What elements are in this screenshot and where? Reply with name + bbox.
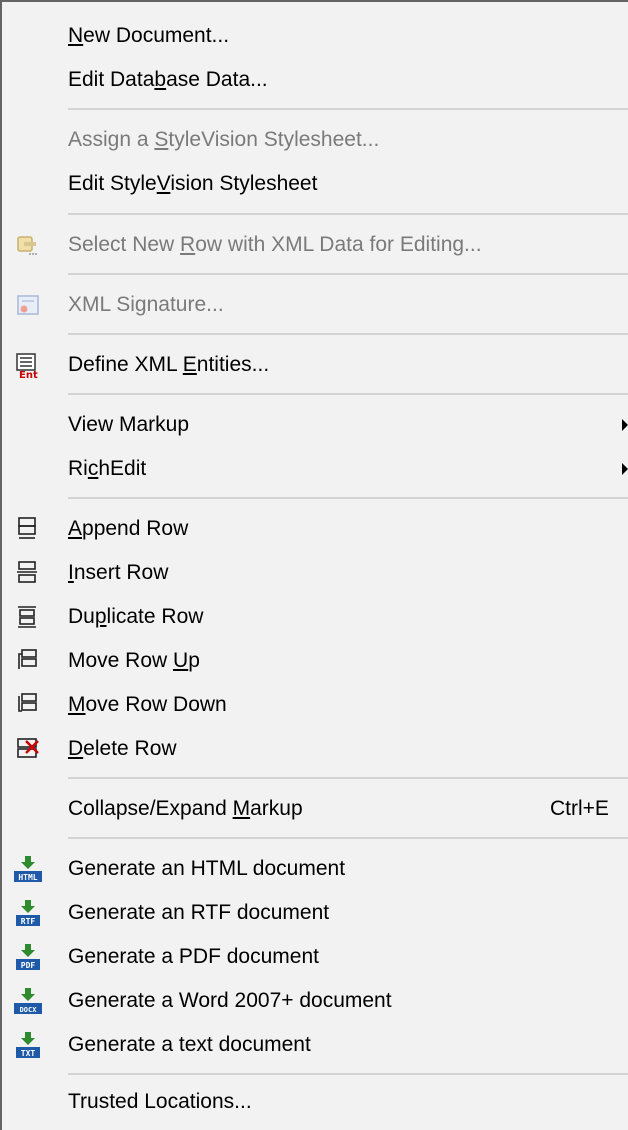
- menu-item-richedit[interactable]: RichEdit: [2, 447, 628, 491]
- move-row-up-icon: [14, 647, 42, 675]
- menu-separator: [68, 273, 628, 275]
- menu-item-xml-signature[interactable]: XML Signature...: [2, 283, 628, 327]
- menu-item-label: Insert Row: [68, 561, 169, 584]
- menu-item-label: Generate a text document: [68, 1033, 311, 1056]
- menu-separator: [68, 837, 628, 839]
- generate-pdf-icon: PDF: [14, 943, 42, 971]
- menu-item-label: Delete Row: [68, 737, 177, 760]
- menu-item-label: Generate an RTF document: [68, 901, 330, 924]
- menu-item-label: Generate an HTML document: [68, 857, 346, 880]
- menu-separator: [68, 108, 628, 110]
- menu-item-label: Define XML Entities...: [68, 353, 270, 376]
- badge-text: TXT: [21, 1049, 36, 1058]
- context-menu: New Document... Edit Database Data... As…: [0, 0, 628, 1130]
- menu-separator: [68, 497, 628, 499]
- generate-html-icon: HTML: [14, 855, 42, 883]
- menu-item-generate-word[interactable]: DOCX Generate a Word 2007+ document: [2, 979, 628, 1023]
- menu-separator: [68, 1073, 628, 1075]
- move-row-down-icon: [14, 691, 42, 719]
- menu-item-label: Edit Database Data...: [68, 68, 268, 91]
- menu-item-generate-pdf[interactable]: PDF Generate a PDF document: [2, 935, 628, 979]
- submenu-arrow-icon: [622, 463, 628, 475]
- menu-item-move-row-up[interactable]: Move Row Up: [2, 639, 628, 683]
- menu-item-label: Generate a Word 2007+ document: [68, 989, 392, 1012]
- xml-signature-icon: [14, 291, 42, 319]
- badge-text: RTF: [21, 917, 36, 926]
- menu-item-generate-html[interactable]: HTML Generate an HTML document: [2, 847, 628, 891]
- menu-item-label: New Document...: [68, 24, 230, 47]
- menu-item-label: Generate a PDF document: [68, 945, 319, 968]
- menu-item-label: Move Row Down: [68, 693, 227, 716]
- menu-item-collapse-expand-markup[interactable]: Collapse/Expand Markup Ctrl+E: [2, 787, 628, 831]
- menu-item-label: Trusted Locations...: [68, 1090, 252, 1113]
- menu-item-label: Duplicate Row: [68, 605, 204, 628]
- menu-item-label: Assign a StyleVision Stylesheet...: [68, 128, 380, 151]
- menu-item-label: Edit StyleVision Stylesheet: [68, 172, 318, 195]
- menu-item-edit-stylevision-stylesheet[interactable]: Edit StyleVision Stylesheet: [2, 162, 628, 206]
- shortcut-label: Ctrl+E: [550, 797, 609, 820]
- delete-row-icon: [14, 735, 42, 763]
- menu-item-label: RichEdit: [68, 457, 147, 480]
- menu-separator: [68, 213, 628, 215]
- select-row-xml-icon: [14, 231, 42, 259]
- menu-item-label: XML Signature...: [68, 293, 224, 316]
- menu-item-append-row[interactable]: Append Row: [2, 507, 628, 551]
- menu-item-assign-stylevision-stylesheet[interactable]: Assign a StyleVision Stylesheet...: [2, 118, 628, 162]
- menu-item-define-xml-entities[interactable]: Ent Define XML Entities...: [2, 343, 628, 387]
- menu-item-label: View Markup: [68, 413, 189, 436]
- menu-item-trusted-locations[interactable]: Trusted Locations...: [2, 1080, 628, 1124]
- menu-item-edit-database-data[interactable]: Edit Database Data...: [2, 58, 628, 102]
- entities-icon-badge: Ent: [19, 370, 38, 379]
- duplicate-row-icon: [14, 603, 42, 631]
- generate-docx-icon: DOCX: [14, 987, 42, 1015]
- menu-item-duplicate-row[interactable]: Duplicate Row: [2, 595, 628, 639]
- generate-rtf-icon: RTF: [14, 899, 42, 927]
- menu-separator: [68, 393, 628, 395]
- menu-item-generate-text[interactable]: TXT Generate a text document: [2, 1023, 628, 1067]
- generate-txt-icon: TXT: [14, 1031, 42, 1059]
- menu-item-new-document[interactable]: New Document...: [2, 14, 628, 58]
- submenu-arrow-icon: [622, 419, 628, 431]
- xml-entities-icon: Ent: [14, 351, 42, 379]
- menu-item-move-row-down[interactable]: Move Row Down: [2, 683, 628, 727]
- badge-text: DOCX: [20, 1006, 38, 1014]
- menu-item-view-markup[interactable]: View Markup: [2, 403, 628, 447]
- menu-separator: [68, 777, 628, 779]
- badge-text: PDF: [21, 961, 36, 970]
- menu-item-delete-row[interactable]: Delete Row: [2, 727, 628, 771]
- menu-item-label: Select New Row with XML Data for Editing…: [68, 233, 482, 256]
- menu-separator: [68, 333, 628, 335]
- insert-row-icon: [14, 559, 42, 587]
- menu-item-label: Collapse/Expand Markup: [68, 797, 303, 820]
- menu-item-insert-row[interactable]: Insert Row: [2, 551, 628, 595]
- append-row-icon: [14, 515, 42, 543]
- menu-item-label: Append Row: [68, 517, 189, 540]
- menu-item-select-new-row[interactable]: Select New Row with XML Data for Editing…: [2, 223, 628, 267]
- menu-item-generate-rtf[interactable]: RTF Generate an RTF document: [2, 891, 628, 935]
- menu-item-label: Move Row Up: [68, 649, 200, 672]
- badge-text: HTML: [18, 873, 37, 882]
